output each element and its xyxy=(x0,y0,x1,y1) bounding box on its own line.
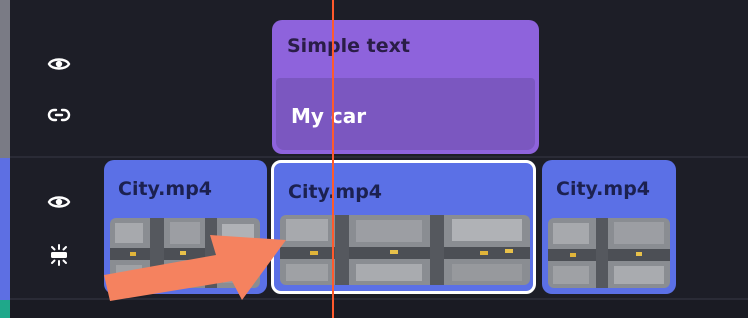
video-clip-selected[interactable]: City.mp4 xyxy=(271,160,536,294)
video-clip-label: City.mp4 xyxy=(288,181,383,203)
video-clip-label: City.mp4 xyxy=(556,178,651,200)
sparkle-icon[interactable] xyxy=(47,243,71,267)
text-clip-content[interactable]: My car xyxy=(276,78,535,150)
timeline: Simple text My car City.mp4 City.mp4 Cit… xyxy=(0,0,748,318)
video-clip[interactable]: City.mp4 xyxy=(542,160,676,294)
annotation-arrow-icon xyxy=(104,235,286,301)
eye-icon[interactable] xyxy=(47,52,71,76)
playhead[interactable] xyxy=(332,0,334,318)
video-thumbnail xyxy=(548,218,670,288)
video-clip-label: City.mp4 xyxy=(118,178,213,200)
eye-icon[interactable] xyxy=(47,190,71,214)
link-icon[interactable] xyxy=(47,103,71,127)
text-clip[interactable]: Simple text My car xyxy=(272,20,539,154)
track-divider xyxy=(0,156,748,158)
text-clip-title: Simple text xyxy=(287,35,410,57)
audio-track-indicator xyxy=(0,300,10,318)
text-track-indicator xyxy=(0,0,10,158)
text-clip-content-label: My car xyxy=(291,104,367,128)
video-thumbnail xyxy=(280,215,530,285)
video-track-indicator xyxy=(0,158,10,300)
